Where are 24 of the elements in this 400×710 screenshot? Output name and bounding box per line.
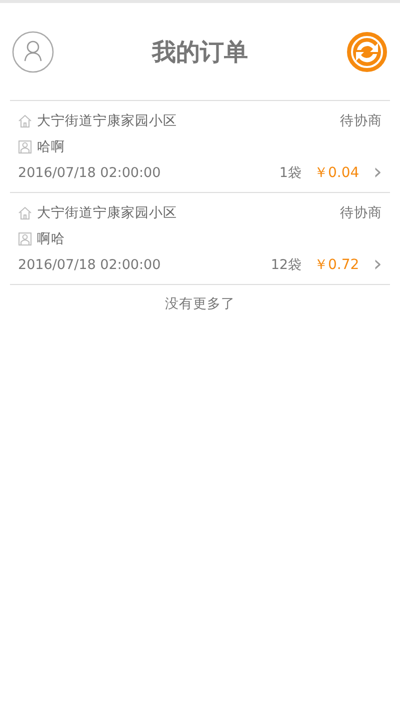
no-more-label: 没有更多了	[165, 296, 235, 312]
order-price: ￥0.72	[314, 256, 360, 274]
user-icon[interactable]	[12, 30, 54, 72]
page-title: 我的订单	[152, 36, 248, 68]
customer-name: 哈啊	[37, 138, 65, 156]
person-icon	[18, 232, 32, 246]
chevron-icon: ›	[373, 163, 382, 182]
order-status: 待协商	[340, 204, 382, 222]
chevron-icon: ›	[373, 255, 382, 274]
order-quantity: 1袋	[279, 164, 302, 182]
customer-name: 啊哈	[37, 230, 65, 248]
refresh-icon[interactable]	[346, 30, 388, 72]
house-icon	[18, 206, 32, 220]
order-item[interactable]: 大宁街道宁康家园小区 待协商 哈啊 2016/07/18 02:00:00 1袋 ￥0.04 ›	[10, 101, 390, 193]
person-icon	[18, 140, 32, 154]
order-address: 大宁街道宁康家园小区	[37, 112, 177, 130]
order-address: 大宁街道宁康家园小区	[37, 204, 177, 222]
order-time: 2016/07/18 02:00:00	[18, 256, 161, 272]
order-item[interactable]: 大宁街道宁康家园小区 待协商 啊哈 2016/07/18 02:00:00 12袋 ￥0.72 ›	[10, 193, 390, 285]
order-status: 待协商	[340, 112, 382, 130]
house-icon	[18, 114, 32, 128]
order-quantity: 12袋	[270, 256, 302, 274]
order-time: 2016/07/18 02:00:00	[18, 164, 161, 180]
order-price: ￥0.04	[314, 164, 360, 182]
